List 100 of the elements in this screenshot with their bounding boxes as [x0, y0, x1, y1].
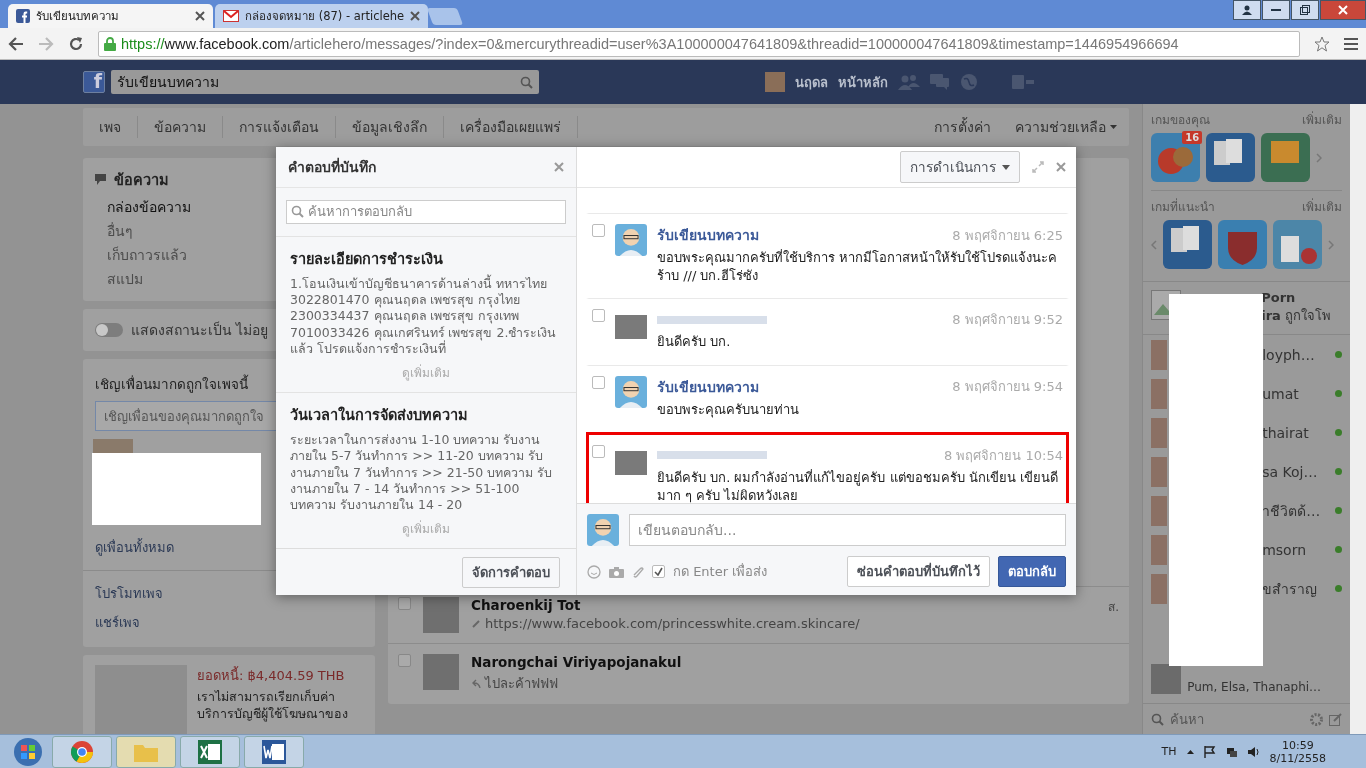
message-text: ยินดีครับ บก. ผมกำลังอ่านที่แก้ไขอยู่ครับ แต่ขอชมครับ นักเขียน เขียนดีมาก ๆ ครับ ไม่ผิดหวังเลย	[657, 468, 1059, 503]
card-game-icon	[1206, 133, 1256, 182]
scrollbar[interactable]	[1350, 104, 1366, 734]
section-title: เกมที่แนะนำ	[1151, 197, 1216, 216]
balance-text: ยอดหนี้: ฿4,404.59 THB	[197, 665, 346, 685]
page-nav-tab[interactable]: ข้อความ	[138, 116, 223, 138]
search-icon	[291, 205, 304, 219]
document-icon	[262, 739, 286, 764]
checkbox[interactable]	[592, 444, 605, 458]
chat-search-field[interactable]: ค้นหา	[1170, 708, 1304, 730]
emoji-icon[interactable]	[587, 564, 601, 579]
page-nav-tab[interactable]: การแจ้งเตือน	[223, 116, 336, 138]
avatar-icon	[587, 514, 619, 546]
chevron-right-icon	[1328, 239, 1335, 250]
minimize-button[interactable]	[1262, 0, 1290, 20]
friend-row[interactable]: ขสำราญ	[1143, 569, 1350, 608]
friend-row[interactable]: loyph…	[1143, 335, 1350, 374]
paperclip-icon[interactable]	[632, 565, 644, 578]
friend-row[interactable]: sa Koj…	[1143, 452, 1350, 491]
reload-icon[interactable]	[68, 35, 84, 52]
address-field[interactable]: https://www.facebook.com/articlehero/messages/?index=0&mercurythreadid=user%3A100000047641809&threadid=100000047641809&timestamp=1446954966694	[98, 30, 1300, 57]
friend-row[interactable]: umat	[1143, 374, 1350, 413]
close-icon	[410, 11, 421, 21]
photo-placeholder	[93, 439, 133, 453]
page-nav-tab[interactable]: เครื่องมือเผยแพร่	[444, 116, 578, 138]
page-nav-tab[interactable]: เพจ	[83, 116, 138, 138]
friend-row[interactable]: าชีวิตด้…	[1143, 491, 1350, 530]
friend-row[interactable]: thairat	[1143, 413, 1350, 452]
avatar-icon	[615, 224, 647, 256]
checkbox[interactable]	[652, 565, 665, 578]
photo-placeholder	[615, 315, 647, 340]
language-indicator[interactable]: TH	[1161, 745, 1177, 758]
friend-row[interactable]: msorn	[1143, 530, 1350, 569]
checkbox[interactable]	[592, 309, 605, 323]
profile-link[interactable]: นฤดล	[795, 71, 828, 93]
photo-placeholder	[423, 597, 459, 633]
friends-icon[interactable]	[898, 74, 920, 90]
checkbox[interactable]	[398, 597, 411, 610]
sender-name[interactable]: รับเขียนบทความ	[657, 224, 759, 246]
close-button[interactable]	[1320, 0, 1366, 20]
photo-placeholder	[1151, 664, 1182, 694]
checkbox[interactable]	[592, 224, 605, 237]
new-tab-button[interactable]	[427, 8, 464, 25]
reply-field[interactable]: เขียนตอบกลับ...	[629, 514, 1066, 546]
search-field[interactable]: ค้นหาการตอบกลับ	[286, 200, 566, 224]
more-link[interactable]: เพิ่มเติม	[1302, 197, 1342, 216]
user-icon	[1242, 5, 1252, 15]
star-icon[interactable]	[1314, 35, 1330, 52]
inbox-row[interactable]: Narongchai Viriyapojanakul ไปละค้าฟฟฟ	[388, 643, 1130, 704]
actions-dropdown[interactable]: การดำเนินการ	[900, 151, 1020, 183]
forward-icon[interactable]	[38, 36, 54, 51]
close-icon	[554, 162, 564, 172]
flag-icon	[1203, 745, 1216, 758]
candy-game-icon	[1151, 133, 1201, 182]
photo-placeholder	[1151, 456, 1168, 487]
message-snippet: ไปละค้าฟฟฟ	[485, 675, 558, 693]
help-menu[interactable]: ความช่วยเหลือ	[1003, 116, 1130, 138]
status-toggle[interactable]	[95, 323, 123, 337]
clock[interactable]: 10:59 8/11/2558	[1269, 738, 1326, 765]
taskbar-button[interactable]	[244, 735, 304, 768]
close-button[interactable]	[554, 162, 564, 172]
sender-name: Charoenkij Tot	[471, 597, 582, 613]
browser-tab[interactable]: รับเขียนบทความ	[8, 4, 213, 28]
manage-replies-button[interactable]: จัดการคำตอบ	[462, 556, 560, 588]
reply-title: รายละเอียดการชำระเงิน	[290, 249, 444, 269]
messages-icon	[95, 174, 108, 185]
close-button[interactable]	[1056, 162, 1066, 172]
photo-placeholder	[1151, 378, 1168, 409]
compose-icon[interactable]	[1329, 712, 1342, 726]
user-button[interactable]	[1233, 0, 1261, 20]
more-link[interactable]: เพิ่มเติม	[1302, 110, 1342, 129]
photo-placeholder	[1151, 417, 1168, 448]
messages-icon[interactable]	[930, 74, 950, 90]
sender-name[interactable]: รับเขียนบทความ	[657, 375, 759, 398]
network-icon	[1225, 745, 1238, 758]
checkbox[interactable]	[398, 654, 411, 667]
reply-icon	[471, 679, 481, 688]
minimize-icon	[1271, 9, 1281, 11]
home-link[interactable]: หน้าหลัก	[838, 71, 888, 93]
page-nav-tab[interactable]: ข้อมูลเชิงลึก	[336, 116, 444, 138]
camera-icon[interactable]	[609, 565, 624, 578]
checkbox[interactable]	[592, 375, 605, 389]
back-icon[interactable]	[8, 36, 24, 51]
expand-icon[interactable]	[1032, 161, 1044, 173]
hide-replies-button[interactable]: ซ่อนคำตอบที่บันทึกไว้	[847, 556, 990, 587]
search-icon	[520, 75, 533, 89]
ad-text: เราไม่สามารถเรียกเก็บค่าบริการบัญชีผู้ใช้โฆษณาของ	[197, 689, 349, 723]
settings-link[interactable]: การตั้งค่า	[922, 116, 1004, 138]
page-link[interactable]: แชร์เพจ	[95, 608, 363, 637]
browser-tab[interactable]: กล่องจดหมาย (87) - articlehe	[215, 4, 429, 28]
notification-badge: 16	[1182, 131, 1203, 144]
taskbar-button[interactable]	[180, 735, 240, 768]
menu-icon[interactable]	[1344, 37, 1358, 50]
reply-button[interactable]: ตอบกลับ	[998, 556, 1066, 587]
group-row[interactable]: Pum, Elsa, Thanaphi…	[1143, 664, 1350, 694]
globe-icon[interactable]	[960, 73, 978, 91]
maximize-button[interactable]	[1291, 0, 1319, 20]
facebook-logo[interactable]: f	[83, 71, 105, 93]
search-field[interactable]: รับเขียนบทความ	[111, 70, 539, 94]
spreadsheet-icon	[198, 739, 222, 764]
